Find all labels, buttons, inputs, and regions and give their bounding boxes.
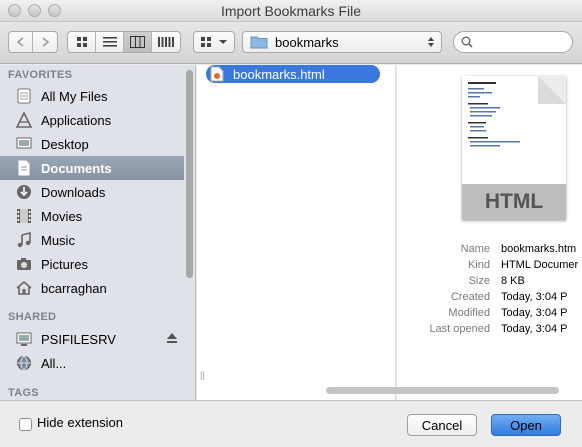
shared-heading: SHARED [8,311,57,323]
movies-icon [15,207,33,225]
page-content-lines [468,82,520,147]
sidebar-item-desktop[interactable]: Desktop [0,132,184,156]
view-mode-segment [67,31,181,53]
column-view-icon [130,36,145,48]
file-column: bookmarks.html || || [197,65,403,400]
search-field[interactable] [453,31,573,53]
metadata-key: Created [450,291,490,303]
sidebar-item-all-my-files[interactable]: All My Files [0,84,184,108]
sidebar-item-label: Applications [41,112,112,128]
sidebar-item-all-shared[interactable]: All... [0,351,184,375]
list-view-icon [102,37,117,47]
sidebar-item-label: Music [41,232,75,248]
chevron-down-icon [219,40,227,44]
hide-extension-label[interactable]: Hide extension [37,415,123,430]
sidebar-item-applications[interactable]: Applications [0,108,184,132]
server-icon [15,330,33,348]
sidebar-item-pictures[interactable]: Pictures [0,252,184,276]
folder-icon [250,36,268,49]
location-popup[interactable]: bookmarks [242,31,442,53]
forward-arrow-icon [42,37,50,47]
html-file-icon [210,66,224,82]
file-row-bookmarks[interactable]: bookmarks.html [206,65,380,83]
network-icon [15,354,33,372]
metadata-row: Size 8 KB [398,275,582,291]
metadata-value: Today, 3:04 P [501,291,568,303]
sidebar-item-music[interactable]: Music [0,228,184,252]
arrange-icon [201,37,211,47]
back-button[interactable] [9,32,33,52]
icon-view-icon [76,37,87,47]
applications-icon [15,111,33,129]
list-view-button[interactable] [96,32,124,52]
document-type-label: HTML [462,184,566,220]
sidebar-item-label: Movies [41,208,83,224]
arrange-popup[interactable] [193,31,235,53]
downloads-icon [15,183,33,201]
metadata-row: Modified Today, 3:04 P [398,307,582,323]
open-button[interactable]: Open [491,414,561,436]
sidebar-item-label: Documents [41,160,112,176]
sidebar-item-documents[interactable]: Documents [0,156,184,180]
sidebar-item-bcarraghan[interactable]: bcarraghan [0,276,184,300]
column-view-button[interactable] [124,32,152,52]
sidebar-item-movies[interactable]: Movies [0,204,184,228]
sidebar-item-label: Pictures [41,256,88,272]
favorites-heading: FAVORITES [8,69,73,81]
cancel-button[interactable]: Cancel [407,414,477,436]
sidebar: FAVORITES All My Files Applications Desk… [0,65,196,400]
forward-button[interactable] [33,32,57,52]
metadata-value: bookmarks.htm [501,243,577,255]
window-title: Import Bookmarks File [220,3,362,19]
title-bar: Import Bookmarks File [0,0,582,22]
updown-chevron-icon [428,37,434,47]
tags-heading: TAGS [8,387,39,399]
sidebar-item-label: All... [41,355,67,371]
pictures-icon [15,255,33,273]
back-arrow-icon [16,37,23,47]
nav-segment [8,31,58,53]
all-files-icon [15,87,33,105]
documents-icon [15,159,33,177]
hide-extension-checkbox[interactable] [19,418,32,431]
location-label: bookmarks [275,34,339,50]
file-name: bookmarks.html [233,66,325,82]
cover-flow-button[interactable] [152,32,180,52]
sidebar-item-label: bcarraghan [41,280,107,296]
cover-flow-icon [158,37,174,47]
metadata-value: Today, 3:04 P [501,307,568,319]
desktop-icon [15,135,33,153]
metadata-key: Modified [448,307,490,319]
metadata-row: Last opened Today, 3:04 P [398,323,582,339]
eject-icon[interactable] [166,332,178,347]
music-icon [15,231,33,249]
metadata-row: Name bookmarks.htm [398,243,582,259]
sidebar-item-label: All My Files [41,88,108,104]
sidebar-item-label: Desktop [41,136,89,152]
metadata-key: Last opened [429,323,490,335]
metadata-key: Kind [467,259,490,271]
sidebar-scrollbar[interactable] [186,70,193,278]
metadata-value: HTML Documer [501,259,579,271]
horizontal-scrollbar[interactable] [326,387,559,394]
metadata-key: Name [460,243,490,255]
metadata-row: Created Today, 3:04 P [398,291,582,307]
document-preview-thumbnail: HTML [462,76,566,220]
sidebar-item-label: Downloads [41,184,106,200]
sidebar-item-downloads[interactable]: Downloads [0,180,184,204]
icon-view-button[interactable] [68,32,96,52]
search-icon [461,36,473,48]
metadata-row: Kind HTML Documer [398,259,582,275]
sidebar-item-label: PSIFILESRV [41,331,116,347]
metadata-value: 8 KB [501,275,525,287]
column-resize-handle[interactable]: || [200,370,205,380]
metadata-value: Today, 3:04 P [501,323,568,335]
sidebar-item-psifilesrv[interactable]: PSIFILESRV [0,327,184,351]
home-icon [15,279,33,297]
metadata-key: Size [468,275,490,287]
toolbar: bookmarks [0,22,582,64]
